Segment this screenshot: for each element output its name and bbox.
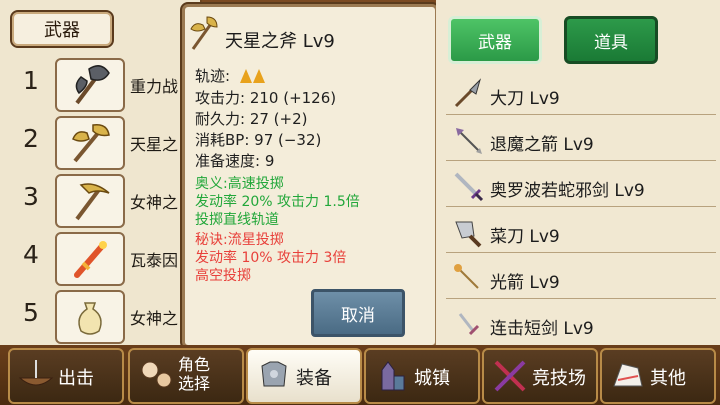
durability-stat: 耐久力: 27 (+2) bbox=[195, 110, 308, 128]
gloves-icon bbox=[608, 356, 648, 396]
inventory-item-label: 光箭 Lv9 bbox=[490, 273, 560, 293]
nav-sortie-button[interactable]: 出击 bbox=[8, 348, 124, 404]
pouch-icon bbox=[55, 290, 125, 344]
slot-number: 2 bbox=[23, 124, 39, 153]
inventory-item-label: 菜刀 Lv9 bbox=[490, 227, 560, 247]
equipment-slot-panel: 武器 1 重力战 2 天星之 3 女神之 4 瓦泰因 5 女神之 bbox=[0, 0, 202, 345]
inventory-item-label: 连击短剑 Lv9 bbox=[490, 319, 594, 339]
nav-other-button[interactable]: 其他 bbox=[600, 348, 716, 404]
inventory-item-4[interactable]: 菜刀 Lv9 bbox=[446, 212, 716, 253]
armor-icon bbox=[254, 356, 294, 396]
inventory-item-label: 退魔之箭 Lv9 bbox=[490, 135, 594, 155]
ship-icon bbox=[16, 356, 56, 396]
nav-label: 城镇 bbox=[414, 368, 450, 389]
bp-cost-stat: 消耗BP: 97 (−32) bbox=[195, 131, 322, 149]
trajectory-row: 轨迹: bbox=[195, 65, 267, 87]
weapon-detail-popup: 天星之斧 Lv9 轨迹: 攻击力: 210 (+126) 耐久力: 27 (+2… bbox=[182, 4, 438, 348]
skill2-stats: 发动率 10% 攻击力 3倍 bbox=[195, 250, 347, 266]
slot-number: 5 bbox=[23, 298, 39, 327]
nav-label: 出击 bbox=[58, 368, 94, 389]
cleaver-icon bbox=[452, 216, 484, 248]
trajectory-arrows-icon bbox=[239, 67, 267, 87]
tab-weapon[interactable]: 武器 bbox=[448, 16, 542, 64]
nav-label: 角色 选择 bbox=[178, 355, 210, 393]
nav-arena-button[interactable]: 竞技场 bbox=[482, 348, 598, 404]
nav-label-line2: 选择 bbox=[178, 374, 211, 393]
inventory-item-3[interactable]: 奥罗波若蛇邪剑 Lv9 bbox=[446, 166, 716, 207]
flame-sword-icon bbox=[55, 232, 125, 286]
weapon-title: 天星之斧 Lv9 bbox=[225, 31, 335, 52]
slot-number: 4 bbox=[23, 240, 39, 269]
crossed-swords-icon bbox=[490, 356, 530, 396]
glaive-icon bbox=[452, 78, 484, 110]
tab-item[interactable]: 道具 bbox=[564, 16, 658, 64]
inventory-item-1[interactable]: 大刀 Lv9 bbox=[446, 74, 716, 115]
slot-number: 3 bbox=[23, 182, 39, 211]
nav-town-button[interactable]: 城镇 bbox=[364, 348, 480, 404]
equipment-slot-1[interactable]: 1 重力战 bbox=[0, 56, 200, 112]
sword-icon bbox=[452, 170, 484, 202]
skill1-name: 奥义:高速投掷 bbox=[195, 176, 284, 192]
equipment-slot-2[interactable]: 2 天星之 bbox=[0, 114, 200, 170]
nav-label: 其他 bbox=[650, 368, 686, 389]
inventory-item-label: 大刀 Lv9 bbox=[490, 89, 560, 109]
light-arrow-icon bbox=[452, 262, 484, 294]
nav-equipment-button[interactable]: 装备 bbox=[246, 348, 362, 404]
equipment-slot-5[interactable]: 5 女神之 bbox=[0, 288, 200, 344]
halberd-icon bbox=[55, 116, 125, 170]
skill1-stats: 发动率 20% 攻击力 1.5倍 bbox=[195, 194, 360, 210]
equipment-slot-3[interactable]: 3 女神之 bbox=[0, 172, 200, 228]
bottom-navigation-bar: 出击 角色 选择 装备 城镇 竞技场 其他 bbox=[0, 345, 720, 405]
inventory-item-5[interactable]: 光箭 Lv9 bbox=[446, 258, 716, 299]
weapon-category-tab[interactable]: 武器 bbox=[10, 10, 114, 48]
inventory-item-label: 奥罗波若蛇邪剑 Lv9 bbox=[490, 181, 645, 201]
character-icon bbox=[136, 356, 176, 396]
nav-label: 装备 bbox=[296, 368, 332, 389]
skill2-name: 秘诀:流星投掷 bbox=[195, 232, 284, 248]
nav-label-line1: 角色 bbox=[178, 355, 211, 374]
castle-icon bbox=[372, 356, 412, 396]
arrow-icon bbox=[452, 124, 484, 156]
dagger-icon bbox=[452, 308, 484, 340]
prep-speed-stat: 准备速度: 9 bbox=[195, 152, 275, 170]
slot-number: 1 bbox=[23, 66, 39, 95]
inventory-item-6[interactable]: 连击短剑 Lv9 bbox=[446, 304, 716, 344]
cancel-button[interactable]: 取消 bbox=[311, 289, 405, 337]
nav-label: 竞技场 bbox=[532, 368, 586, 389]
skill1-desc: 投掷直线轨道 bbox=[195, 212, 279, 228]
axe-icon bbox=[55, 58, 125, 112]
inventory-item-2[interactable]: 退魔之箭 Lv9 bbox=[446, 120, 716, 161]
halberd-icon bbox=[189, 15, 219, 51]
trajectory-label: 轨迹: bbox=[195, 67, 231, 85]
skill2-desc: 高空投掷 bbox=[195, 268, 251, 284]
attack-stat: 攻击力: 210 (+126) bbox=[195, 89, 337, 107]
equipment-slot-4[interactable]: 4 瓦泰因 bbox=[0, 230, 200, 286]
weapon-inventory-panel: 武器 道具 大刀 Lv9 退魔之箭 Lv9 奥罗波若蛇邪剑 Lv9 菜刀 Lv9… bbox=[436, 0, 720, 345]
nav-character-select-button[interactable]: 角色 选择 bbox=[128, 348, 244, 404]
pickaxe-icon bbox=[55, 174, 125, 228]
